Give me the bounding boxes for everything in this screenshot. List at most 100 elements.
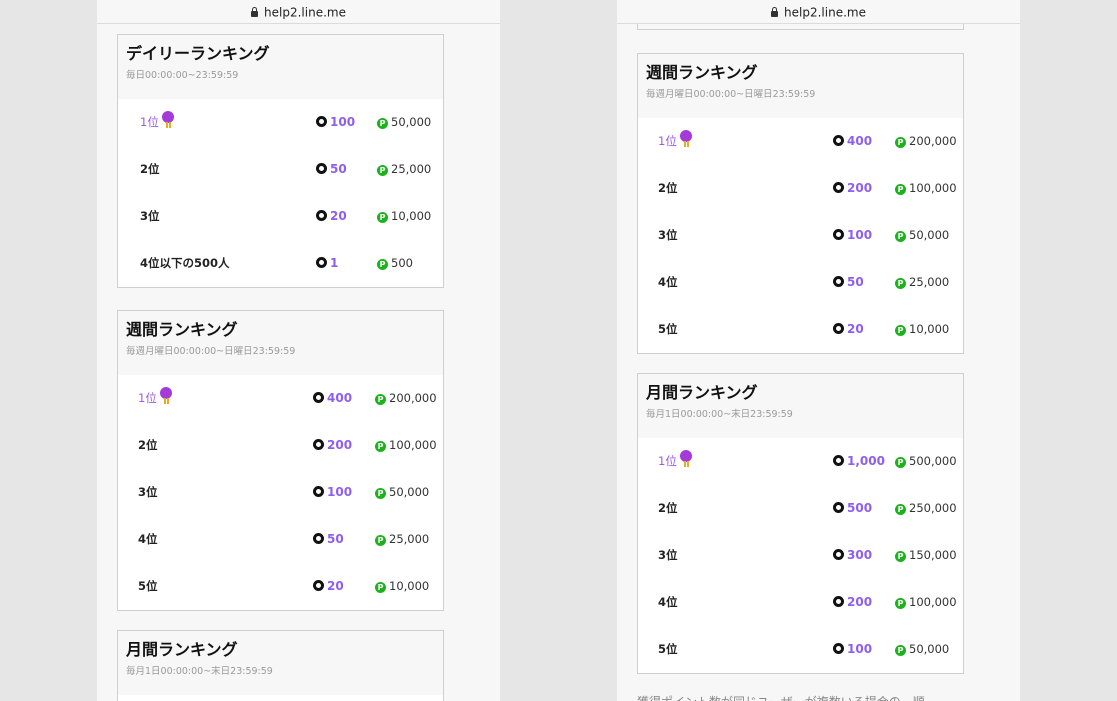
- line-point-coin-icon: P: [377, 212, 388, 223]
- weekly-ranking-card: 週間ランキング 毎週月曜日00:00:00~日曜日23:59:59 1位 400…: [117, 310, 444, 611]
- line-point-coin-icon: P: [375, 535, 386, 546]
- points-value: 1,000: [833, 438, 885, 485]
- line-point-coin-icon: P: [895, 457, 906, 468]
- prize-value: P 150,000: [895, 532, 957, 579]
- ranking-table: [118, 695, 443, 701]
- ranking-row: 4位 200 P 100,000: [638, 579, 963, 626]
- ranking-row: 2位 500 P 250,000: [638, 485, 963, 532]
- rank-label: 1位: [138, 375, 173, 422]
- medal-icon: [159, 387, 173, 405]
- line-point-coin-icon: P: [895, 504, 906, 515]
- prize-value: P 50,000: [895, 212, 949, 259]
- ranking-row: 3位 20 P 10,000: [118, 193, 443, 240]
- medal-icon: [679, 130, 693, 148]
- monthly-ranking-card: 月間ランキング 毎月1日00:00:00~末日23:59:59 1位 1,000…: [637, 373, 964, 674]
- rank-label: 5位: [138, 579, 158, 593]
- ranking-row: 4位以下の500人 1 P 500: [118, 240, 443, 287]
- point-ring-icon: [833, 455, 844, 466]
- rank-label: 2位: [138, 438, 158, 452]
- point-ring-icon: [313, 533, 324, 544]
- ranking-row: 3位 300 P 150,000: [638, 532, 963, 579]
- ranking-row: 2位 50 P 25,000: [118, 146, 443, 193]
- point-ring-icon: [316, 163, 327, 174]
- ranking-table: 1位 400 P 200,000 2位 200 P 100,000 3位 100 P…: [118, 375, 443, 610]
- rank-label: 1位: [658, 118, 693, 165]
- url-text: help2.line.me: [264, 5, 346, 20]
- line-point-coin-icon: P: [895, 598, 906, 609]
- medal-icon: [161, 111, 175, 129]
- line-point-coin-icon: P: [377, 165, 388, 176]
- browser-url-bar[interactable]: help2.line.me: [617, 0, 1020, 24]
- points-value: 500: [833, 485, 872, 532]
- line-point-coin-icon: P: [895, 278, 906, 289]
- card-header: 週間ランキング 毎週月曜日00:00:00~日曜日23:59:59: [118, 311, 443, 375]
- ranking-row: 5位 20 P 10,000: [638, 306, 963, 353]
- points-value: 100: [833, 212, 872, 259]
- ranking-row: 4位 50 P 25,000: [118, 516, 443, 563]
- prize-value: P 50,000: [895, 626, 949, 673]
- points-value: 50: [313, 516, 344, 563]
- ranking-table: 1位 1,000 P 500,000 2位 500 P 250,000 3位 300…: [638, 438, 963, 673]
- prize-value: P 100,000: [895, 579, 957, 626]
- card-header: デイリーランキング 毎日00:00:00~23:59:59: [118, 35, 443, 99]
- points-value: 400: [313, 375, 352, 422]
- rank-label: 3位: [138, 485, 158, 499]
- point-ring-icon: [833, 276, 844, 287]
- card-title: 週間ランキング: [646, 63, 758, 82]
- browser-url-bar[interactable]: help2.line.me: [97, 0, 500, 24]
- rank-label: 2位: [140, 162, 160, 176]
- card-header: 月間ランキング 毎月1日00:00:00~末日23:59:59: [118, 631, 443, 695]
- ranking-row: 3位 100 P 50,000: [638, 212, 963, 259]
- prize-value: P 25,000: [895, 259, 949, 306]
- points-value: 20: [316, 193, 347, 240]
- points-value: 100: [316, 99, 355, 146]
- right-phone-screen: help2.line.me 週間ランキング 毎週月曜日00:00:00~日曜日2…: [617, 0, 1020, 701]
- points-value: 200: [833, 579, 872, 626]
- point-ring-icon: [833, 135, 844, 146]
- ranking-row: 1位 100 P 50,000: [118, 99, 443, 146]
- rank-label: 2位: [658, 181, 678, 195]
- point-ring-icon: [833, 596, 844, 607]
- prize-value: P 500: [377, 240, 413, 287]
- left-phone-screen: help2.line.me デイリーランキング 毎日00:00:00~23:59…: [97, 0, 500, 701]
- line-point-coin-icon: P: [377, 118, 388, 129]
- rank-label: 4位: [138, 532, 158, 546]
- points-value: 1: [316, 240, 338, 287]
- point-ring-icon: [313, 392, 324, 403]
- rank-label: 1位: [658, 438, 693, 485]
- card-title: 週間ランキング: [126, 320, 238, 339]
- line-point-coin-icon: P: [895, 325, 906, 336]
- points-value: 50: [833, 259, 864, 306]
- points-value: 100: [833, 626, 872, 673]
- point-ring-icon: [316, 116, 327, 127]
- card-period: 毎週月曜日00:00:00~日曜日23:59:59: [646, 89, 816, 100]
- rank-label: 5位: [658, 322, 678, 336]
- points-value: 20: [313, 563, 344, 610]
- line-point-coin-icon: P: [895, 184, 906, 195]
- point-ring-icon: [313, 486, 324, 497]
- prize-value: P 50,000: [377, 99, 431, 146]
- line-point-coin-icon: P: [377, 259, 388, 270]
- point-ring-icon: [313, 439, 324, 450]
- rank-label: 3位: [658, 548, 678, 562]
- ranking-row: 2位 200 P 100,000: [638, 165, 963, 212]
- prize-value: P 200,000: [375, 375, 437, 422]
- card-title: 月間ランキング: [126, 640, 238, 659]
- points-value: 100: [313, 469, 352, 516]
- rank-label: 4位以下の500人: [140, 256, 230, 270]
- weekly-ranking-card: 週間ランキング 毎週月曜日00:00:00~日曜日23:59:59 1位 400…: [637, 53, 964, 354]
- medal-icon: [679, 450, 693, 468]
- ranking-row: 3位 100 P 50,000: [118, 469, 443, 516]
- point-ring-icon: [833, 502, 844, 513]
- points-value: 50: [316, 146, 347, 193]
- card-period: 毎日00:00:00~23:59:59: [126, 70, 239, 81]
- ranking-row: 4位 50 P 25,000: [638, 259, 963, 306]
- line-point-coin-icon: P: [375, 441, 386, 452]
- rank-label: 1位: [140, 99, 175, 146]
- point-ring-icon: [313, 580, 324, 591]
- card-period: 毎月1日00:00:00~末日23:59:59: [646, 409, 793, 420]
- line-point-coin-icon: P: [375, 394, 386, 405]
- rank-label: 2位: [658, 501, 678, 515]
- card-title: デイリーランキング: [126, 44, 270, 63]
- line-point-coin-icon: P: [895, 551, 906, 562]
